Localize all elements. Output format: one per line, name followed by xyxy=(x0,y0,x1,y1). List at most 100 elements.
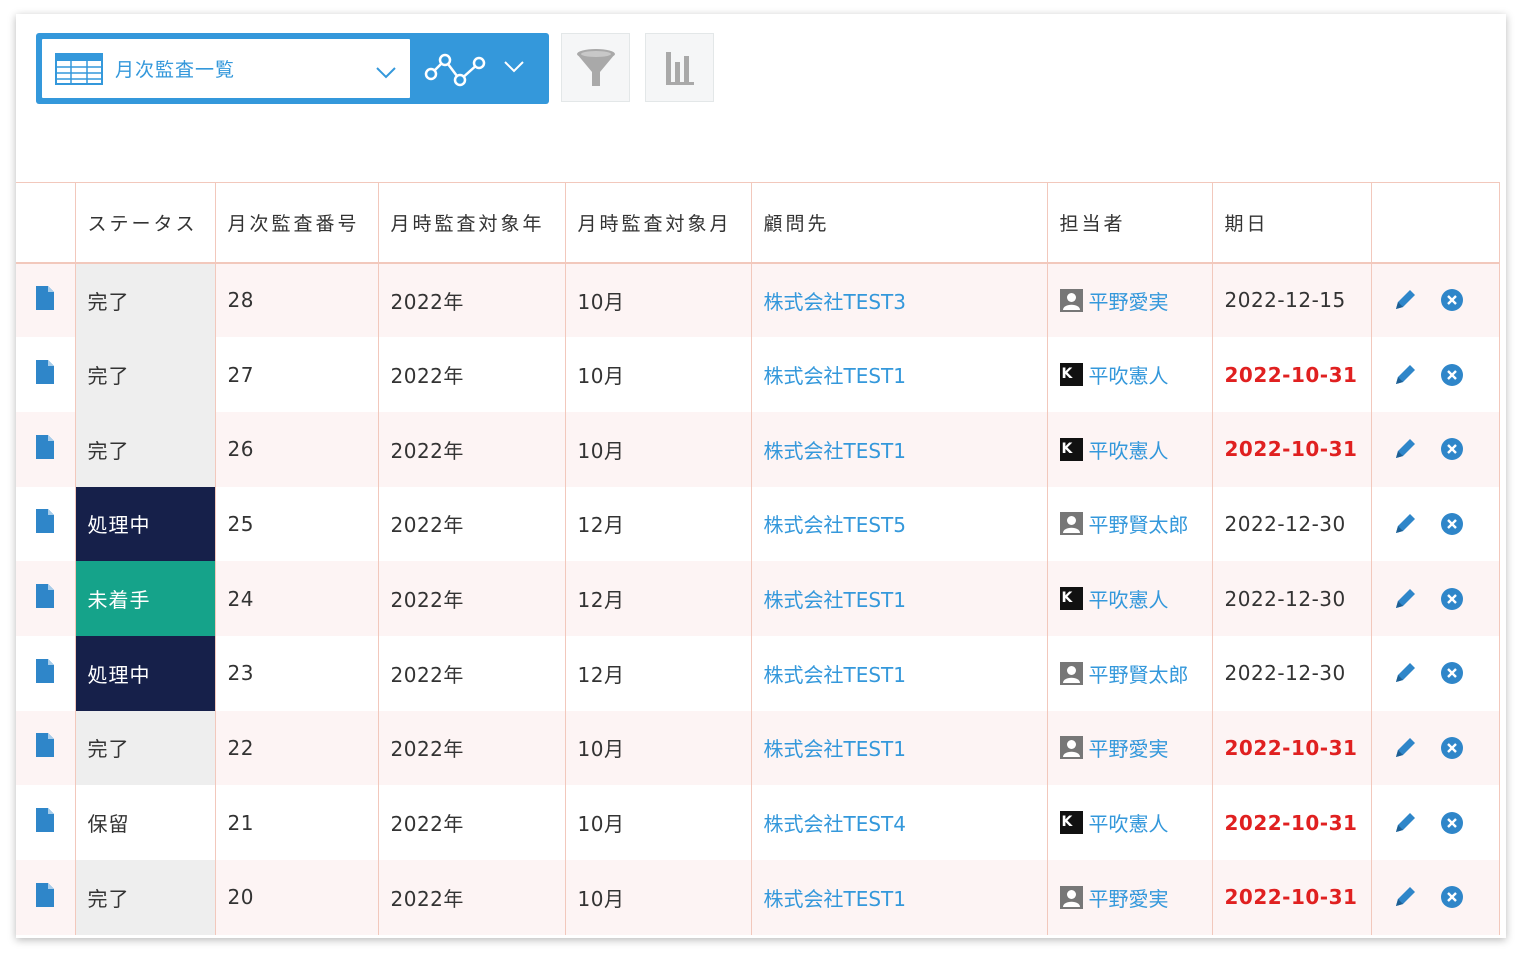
avatar: K xyxy=(1059,363,1083,387)
pencil-icon[interactable] xyxy=(1392,287,1418,313)
table-header-row: ステータス 月次監査番号 月時監査対象年 月時監査対象月 顧問先 担当者 期日 xyxy=(16,182,1500,264)
assignee-link[interactable]: 平野賢太郎 xyxy=(1089,659,1189,688)
document-icon[interactable] xyxy=(36,285,55,310)
year-cell: 2022年 xyxy=(377,710,566,786)
client-cell: 株式会社TEST1 xyxy=(750,337,1048,412)
client-link[interactable]: 株式会社TEST4 xyxy=(764,812,907,836)
due-date-text: 2022-10-31 xyxy=(1224,735,1358,760)
assignee-link[interactable]: 平吹憲人 xyxy=(1089,360,1169,389)
document-icon[interactable] xyxy=(36,360,55,385)
column-header-assignee[interactable]: 担当者 xyxy=(1046,182,1213,264)
due-date-cell: 2022-10-31 xyxy=(1211,411,1372,487)
due-date-cell: 2022-10-31 xyxy=(1211,785,1372,860)
status-cell: 完了 xyxy=(74,860,216,935)
actions-cell xyxy=(1370,411,1500,487)
table-icon xyxy=(55,53,103,89)
month-cell: 10月 xyxy=(564,411,752,487)
view-selector-group: 月次監査一覧 xyxy=(36,33,549,104)
number-cell: 21 xyxy=(214,785,379,860)
month-cell: 10月 xyxy=(564,710,752,786)
month-cell: 12月 xyxy=(564,635,752,711)
graph-icon xyxy=(424,52,488,92)
status-cell: 完了 xyxy=(74,337,216,412)
delete-icon[interactable] xyxy=(1440,363,1464,387)
delete-icon[interactable] xyxy=(1440,288,1464,312)
document-icon[interactable] xyxy=(36,733,55,758)
record-table: ステータス 月次監査番号 月時監査対象年 月時監査対象月 顧問先 担当者 期日 … xyxy=(16,182,1500,935)
assignee-cell: 平野愛実 xyxy=(1046,262,1213,338)
client-link[interactable]: 株式会社TEST1 xyxy=(764,364,907,388)
assignee-link[interactable]: 平吹憲人 xyxy=(1089,584,1169,613)
chevron-down-icon xyxy=(376,64,396,83)
actions-cell xyxy=(1370,337,1500,412)
table-row: 完了 27 2022年 10月 株式会社TEST1 K 平吹憲人 2022-10-31 xyxy=(16,337,1500,412)
detail-cell xyxy=(16,710,76,786)
year-cell: 2022年 xyxy=(377,635,566,711)
client-link[interactable]: 株式会社TEST1 xyxy=(764,588,907,612)
status-cell: 完了 xyxy=(74,710,216,786)
status-cell: 完了 xyxy=(74,411,216,487)
delete-icon[interactable] xyxy=(1440,587,1464,611)
assignee-cell: K 平吹憲人 xyxy=(1046,785,1213,860)
document-icon[interactable] xyxy=(36,808,55,833)
column-header-month[interactable]: 月時監査対象月 xyxy=(564,182,752,264)
assignee-cell: 平野愛実 xyxy=(1046,860,1213,935)
view-select-dropdown[interactable]: 月次監査一覧 xyxy=(42,39,410,98)
pencil-icon[interactable] xyxy=(1392,660,1418,686)
document-icon[interactable] xyxy=(36,434,55,459)
client-link[interactable]: 株式会社TEST5 xyxy=(764,513,907,537)
pencil-icon[interactable] xyxy=(1392,362,1418,388)
number-cell: 27 xyxy=(214,337,379,412)
pencil-icon[interactable] xyxy=(1392,735,1418,761)
table-row: 処理中 23 2022年 12月 株式会社TEST1 平野賢太郎 2022-12-30 xyxy=(16,635,1500,711)
client-link[interactable]: 株式会社TEST1 xyxy=(764,439,907,463)
status-cell: 保留 xyxy=(74,785,216,860)
month-cell: 10月 xyxy=(564,860,752,935)
pencil-icon[interactable] xyxy=(1392,511,1418,537)
client-link[interactable]: 株式会社TEST1 xyxy=(764,663,907,687)
assignee-link[interactable]: 平野愛実 xyxy=(1089,883,1169,912)
graph-view-button[interactable] xyxy=(416,39,544,98)
client-cell: 株式会社TEST1 xyxy=(750,635,1048,711)
chart-button[interactable] xyxy=(645,33,714,102)
assignee-cell: K 平吹憲人 xyxy=(1046,561,1213,636)
column-header-status[interactable]: ステータス xyxy=(74,182,216,264)
client-link[interactable]: 株式会社TEST3 xyxy=(764,290,907,314)
column-header-due-date[interactable]: 期日 xyxy=(1211,182,1372,264)
number-cell: 23 xyxy=(214,635,379,711)
column-header-number[interactable]: 月次監査番号 xyxy=(214,182,379,264)
document-icon[interactable] xyxy=(36,658,55,683)
pencil-icon[interactable] xyxy=(1392,586,1418,612)
delete-icon[interactable] xyxy=(1440,437,1464,461)
document-icon[interactable] xyxy=(36,509,55,534)
chevron-down-icon xyxy=(504,58,524,77)
pencil-icon[interactable] xyxy=(1392,810,1418,836)
assignee-link[interactable]: 平野愛実 xyxy=(1089,286,1169,315)
document-icon[interactable] xyxy=(36,584,55,609)
year-cell: 2022年 xyxy=(377,262,566,338)
detail-cell xyxy=(16,635,76,711)
pencil-icon[interactable] xyxy=(1392,436,1418,462)
document-icon[interactable] xyxy=(36,882,55,907)
column-header-client[interactable]: 顧問先 xyxy=(750,182,1048,264)
column-header-year[interactable]: 月時監査対象年 xyxy=(377,182,566,264)
filter-button[interactable] xyxy=(561,33,630,102)
delete-icon[interactable] xyxy=(1440,661,1464,685)
assignee-link[interactable]: 平吹憲人 xyxy=(1089,435,1169,464)
number-cell: 26 xyxy=(214,411,379,487)
detail-cell xyxy=(16,486,76,562)
assignee-link[interactable]: 平吹憲人 xyxy=(1089,808,1169,837)
month-cell: 10月 xyxy=(564,337,752,412)
assignee-link[interactable]: 平野愛実 xyxy=(1089,733,1169,762)
assignee-link[interactable]: 平野賢太郎 xyxy=(1089,509,1189,538)
delete-icon[interactable] xyxy=(1440,811,1464,835)
delete-icon[interactable] xyxy=(1440,512,1464,536)
client-link[interactable]: 株式会社TEST1 xyxy=(764,737,907,761)
delete-icon[interactable] xyxy=(1440,885,1464,909)
due-date-text: 2022-10-31 xyxy=(1224,885,1358,910)
client-link[interactable]: 株式会社TEST1 xyxy=(764,887,907,911)
delete-icon[interactable] xyxy=(1440,736,1464,760)
detail-cell xyxy=(16,785,76,860)
pencil-icon[interactable] xyxy=(1392,884,1418,910)
due-date-text: 2022-12-15 xyxy=(1224,288,1346,313)
